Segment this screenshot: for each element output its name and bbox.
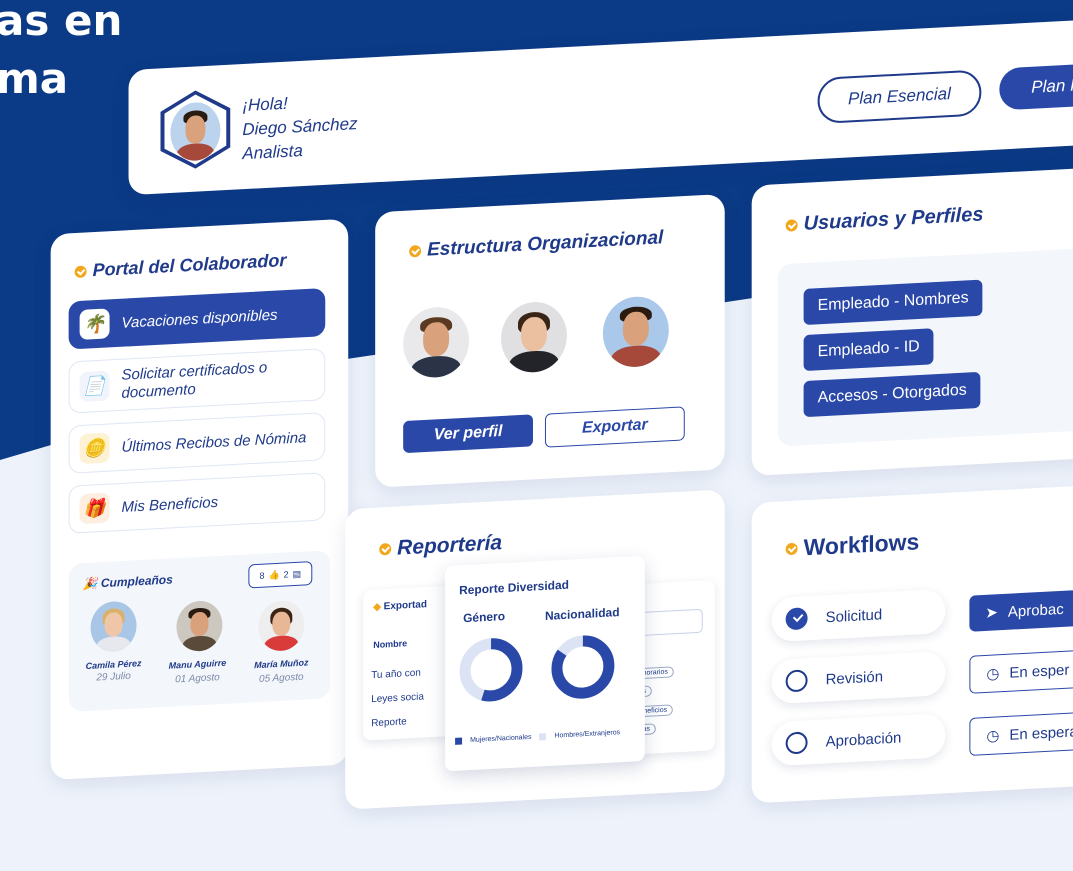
coins-icon: 🪙 xyxy=(79,432,110,465)
en-espera-button-1[interactable]: ◷ En esper xyxy=(969,645,1073,694)
export-row-1: Tu año con xyxy=(371,667,421,682)
avatar[interactable] xyxy=(160,89,230,171)
birthday-date-3: 05 Agosto xyxy=(259,671,304,686)
genero-label: Género xyxy=(463,609,506,626)
birthday-name-2: Manu Aguirre xyxy=(168,657,227,671)
birthday-avatar-3[interactable] xyxy=(258,599,305,653)
export-row-2: Leyes socia xyxy=(371,691,424,706)
user-role: Analista xyxy=(242,140,303,164)
birthday-avatar-2[interactable] xyxy=(176,599,223,653)
workflow-step-aprobacion[interactable]: Aprobación xyxy=(771,713,946,767)
menu-item-certificados[interactable]: 📄 Solicitar certificados o documento xyxy=(68,348,326,414)
check-badge-icon xyxy=(379,542,392,556)
check-badge-icon xyxy=(785,542,798,555)
check-badge-icon xyxy=(785,218,798,232)
header-card: ¡Hola! Diego Sánchez Analista Plan Esenc… xyxy=(128,17,1073,196)
tag-accesos-otorgados[interactable]: Accesos - Otorgados xyxy=(803,371,981,418)
birthdays-title: 🎉 Cumpleaños xyxy=(82,572,173,592)
reactions-box[interactable]: 8 👍 2 ▤ xyxy=(248,561,313,589)
tag-empleado-nombres[interactable]: Empleado - Nombres xyxy=(803,279,983,326)
workflows-title: Workflows xyxy=(785,528,919,562)
plan-esencial-button[interactable]: Plan Esencial xyxy=(817,69,982,125)
dashboard-stage: ¡Hola! Diego Sánchez Analista Plan Esenc… xyxy=(1,0,1073,871)
en-espera-button-2[interactable]: ◷ En espera xyxy=(969,708,1073,756)
check-badge-icon xyxy=(409,244,422,258)
comment-icon: ▤ xyxy=(292,568,302,579)
workflow-step-revision[interactable]: Revisión xyxy=(771,651,946,705)
birthday-date-2: 01 Agosto xyxy=(175,672,220,686)
thumbs-up-icon: 👍 xyxy=(268,569,280,580)
gift-icon: 🎁 xyxy=(79,492,110,525)
birthday-avatar-1[interactable] xyxy=(90,600,137,653)
user-greeting: ¡Hola! Diego Sánchez Analista xyxy=(242,88,357,166)
plan-second-button[interactable]: Plan I xyxy=(999,60,1073,111)
org-avatar-3[interactable] xyxy=(602,295,669,369)
org-avatar-1[interactable] xyxy=(403,305,470,380)
empty-circle-icon xyxy=(785,731,808,755)
ver-perfil-button[interactable]: Ver perfil xyxy=(403,414,533,454)
portal-title: Portal del Colaborador xyxy=(74,250,286,282)
usuarios-card: Usuarios y Perfiles Empleado - Nombres E… xyxy=(751,165,1073,476)
menu-item-vacaciones[interactable]: 🌴 Vacaciones disponibles xyxy=(68,288,326,350)
exportar-button[interactable]: Exportar xyxy=(544,406,685,448)
palm-tree-icon: 🌴 xyxy=(79,308,110,340)
workflows-card: Workflows Solicitud Revisión Aprobación … xyxy=(751,483,1073,804)
checked-circle-icon xyxy=(785,607,808,631)
send-icon: ➤ xyxy=(985,604,998,622)
legend-swatch-light xyxy=(539,733,547,741)
diversity-donuts xyxy=(459,635,615,702)
usuarios-title: Usuarios y Perfiles xyxy=(785,203,983,236)
legend: Mujeres/Nacionales Hombres/Extranjeros xyxy=(455,729,620,745)
workflow-step-solicitud[interactable]: Solicitud xyxy=(771,588,946,643)
export-col: Nombre xyxy=(373,638,408,650)
nacionalidad-label: Nacionalidad xyxy=(544,605,620,623)
export-row-3: Reporte xyxy=(371,716,407,730)
birthday-date-1: 29 Julio xyxy=(96,670,131,684)
diversity-report: Reporte Diversidad Género Nacionalidad M… xyxy=(445,555,645,772)
tag-empleado-id[interactable]: Empleado - ID xyxy=(803,328,934,372)
org-avatar-2[interactable] xyxy=(501,300,567,374)
reporteria-title: Reportería xyxy=(379,531,502,561)
stack-icon: ◆ xyxy=(373,601,381,613)
party-icon: 🎉 xyxy=(82,576,98,592)
check-badge-icon xyxy=(74,264,87,278)
report-title: Reporte Diversidad xyxy=(459,577,569,598)
clock-icon: ◷ xyxy=(986,665,1000,683)
legend-swatch-dark xyxy=(455,737,463,745)
export-title: ◆ Exportad xyxy=(373,599,427,613)
usuarios-tags-panel: Empleado - Nombres Empleado - ID Accesos… xyxy=(777,245,1073,447)
clock-icon: ◷ xyxy=(986,727,1000,746)
empty-circle-icon xyxy=(785,669,808,693)
estructura-card: Estructura Organizacional Ver perfil Exp… xyxy=(375,193,725,488)
birthdays-panel: 🎉 Cumpleaños 8 👍 2 ▤ Camila Pérez 29 Julio… xyxy=(68,550,331,713)
reporteria-card: Reportería ◆ Exportad Nombre Tu año con … xyxy=(345,489,725,810)
birthday-name-3: María Muñoz xyxy=(254,657,309,671)
aprobar-button[interactable]: ➤ Aprobac xyxy=(969,585,1073,632)
menu-item-beneficios[interactable]: 🎁 Mis Beneficios xyxy=(68,472,326,534)
portal-card: Portal del Colaborador 🌴 Vacaciones disp… xyxy=(50,218,349,781)
estructura-title: Estructura Organizacional xyxy=(409,227,663,262)
document-icon: 📄 xyxy=(79,370,110,403)
menu-item-recibos[interactable]: 🪙 Últimos Recibos de Nómina xyxy=(68,412,326,474)
